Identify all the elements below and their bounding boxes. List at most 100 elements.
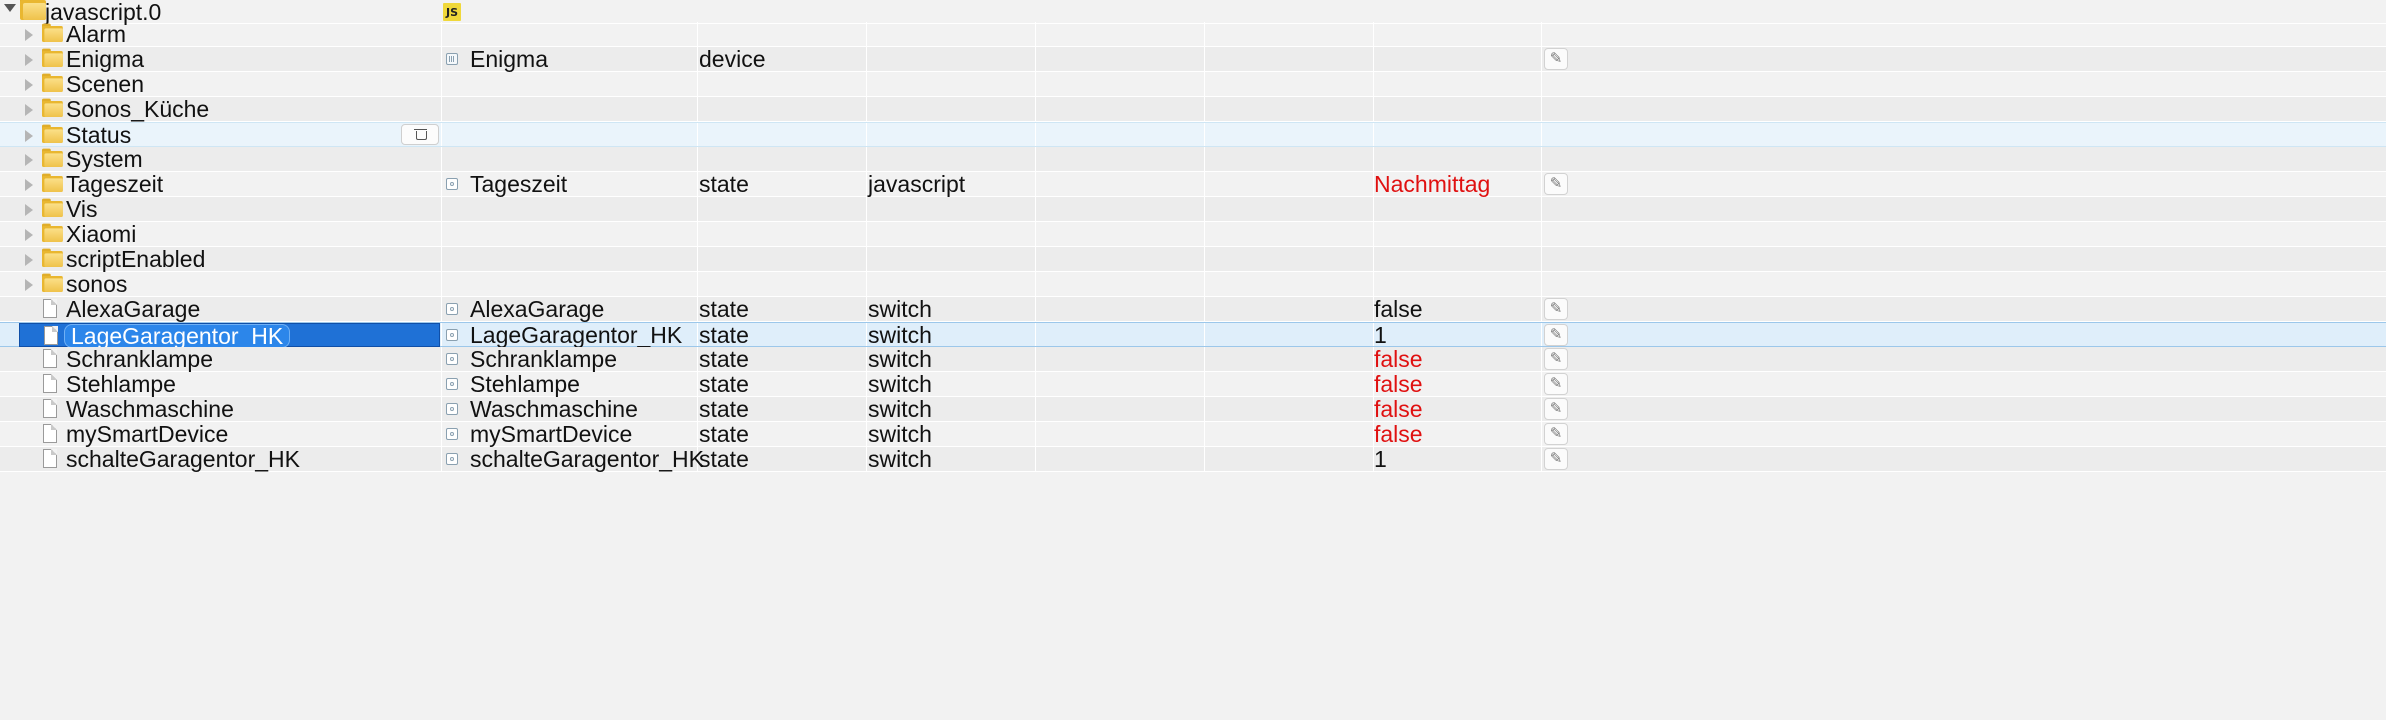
tree-row[interactable]: Alarm (0, 22, 2386, 47)
object-value-cell[interactable]: false (1374, 422, 1423, 447)
object-value-cell[interactable]: 1 (1374, 323, 1387, 348)
tree-row[interactable]: sonos (0, 272, 2386, 297)
tree-row[interactable]: Waschmaschine Waschmaschine state switch fal… (0, 397, 2386, 422)
column-divider (1541, 123, 1542, 146)
object-value-cell[interactable]: false (1374, 372, 1423, 397)
tree-row[interactable]: Scenen (0, 72, 2386, 97)
object-type-cell: device (699, 46, 766, 72)
tree-row[interactable]: scriptEnabled (0, 247, 2386, 272)
tree-row[interactable]: Sonos_Küche (0, 97, 2386, 122)
object-id-label: scriptEnabled (66, 246, 206, 272)
column-divider (1035, 22, 1036, 46)
column-divider (1541, 72, 1542, 96)
column-divider (441, 323, 442, 346)
tree-row[interactable]: System (0, 147, 2386, 172)
tree-row[interactable]: Enigma Enigma device ✎ (0, 47, 2386, 72)
column-divider (866, 422, 867, 446)
object-value-cell[interactable]: false (1374, 297, 1423, 322)
edit-button[interactable]: ✎ (1544, 324, 1568, 346)
edit-button[interactable]: ✎ (1544, 298, 1568, 320)
edit-button[interactable]: ✎ (1544, 398, 1568, 420)
expand-arrow-icon[interactable] (25, 29, 33, 41)
object-value-cell[interactable]: false (1374, 347, 1423, 372)
column-divider (1035, 47, 1036, 71)
expand-arrow-icon[interactable] (25, 104, 33, 116)
column-divider (697, 72, 698, 96)
tree-row[interactable]: Schranklampe Schranklampe state switch false… (0, 347, 2386, 372)
column-divider (866, 347, 867, 371)
column-divider (697, 323, 698, 346)
selected-name-cell[interactable]: LageGaragentor_HK (19, 323, 440, 348)
column-divider (441, 422, 442, 446)
column-divider (1204, 97, 1205, 121)
expand-arrow-icon[interactable] (25, 54, 33, 66)
column-divider (441, 147, 442, 171)
column-divider (866, 397, 867, 421)
expand-arrow-icon[interactable] (25, 279, 33, 291)
tree-row[interactable]: mySmartDevice mySmartDevice state switch fal… (0, 422, 2386, 447)
tree-row[interactable]: Tageszeit Tageszeit state javascript Nachmit… (0, 172, 2386, 197)
object-value-cell[interactable]: Nachmittag (1374, 172, 1490, 197)
expand-arrow-icon[interactable] (25, 79, 33, 91)
expand-arrow-icon[interactable] (25, 254, 33, 266)
column-divider (1035, 297, 1036, 321)
object-value-cell[interactable]: false (1374, 397, 1423, 422)
column-divider (1204, 72, 1205, 96)
column-divider (866, 272, 867, 296)
folder-icon (42, 123, 63, 144)
column-divider (1541, 147, 1542, 171)
expand-arrow-icon[interactable] (25, 154, 33, 166)
object-id-label: sonos (66, 271, 128, 297)
tree-row[interactable]: Stehlampe Stehlampe state switch false ✎ (0, 372, 2386, 397)
tree-row[interactable]: Status (0, 122, 2386, 148)
column-divider (866, 372, 867, 396)
tree-row[interactable]: Xiaomi (0, 222, 2386, 247)
device-icon (446, 53, 458, 65)
tree-row[interactable]: AlexaGarage AlexaGarage state switch false ✎ (0, 297, 2386, 322)
tree-row[interactable]: schalteGaragentor_HK schalteGaragentor_HK… (0, 447, 2386, 472)
edit-button[interactable]: ✎ (1544, 348, 1568, 370)
tree-row-root[interactable]: javascript.0 JS (0, 0, 2386, 25)
object-role-cell: switch (868, 346, 932, 372)
pencil-icon: ✎ (1549, 375, 1563, 392)
edit-button[interactable]: ✎ (1544, 373, 1568, 395)
pencil-icon: ✎ (1549, 450, 1563, 467)
expand-arrow-icon[interactable] (25, 130, 33, 142)
column-divider (1035, 347, 1036, 371)
column-divider (1035, 422, 1036, 446)
column-divider (866, 247, 867, 271)
column-divider (441, 197, 442, 221)
column-divider (1035, 172, 1036, 196)
column-divider (697, 347, 698, 371)
object-id-label: LageGaragentor_HK (64, 324, 291, 348)
column-divider (1373, 247, 1374, 271)
edit-button[interactable]: ✎ (1544, 173, 1568, 195)
expand-arrow-icon[interactable] (25, 179, 33, 191)
column-divider (1541, 197, 1542, 221)
column-divider (697, 397, 698, 421)
column-divider (441, 123, 442, 146)
delete-button[interactable] (401, 124, 439, 145)
expand-arrow-icon[interactable] (25, 229, 33, 241)
tree-row[interactable]: Vis (0, 197, 2386, 222)
expander-open-icon[interactable] (4, 4, 16, 12)
column-divider (866, 22, 867, 46)
object-role-cell: switch (868, 296, 932, 322)
tree-row[interactable]: LageGaragentor_HK LageGaragentor_HK state s… (0, 322, 2386, 348)
column-divider (866, 447, 867, 471)
object-type-cell: state (699, 421, 749, 447)
column-divider (441, 372, 442, 396)
state-icon (446, 453, 458, 465)
object-name-cell: Tageszeit (470, 171, 568, 197)
edit-button[interactable]: ✎ (1544, 48, 1568, 70)
edit-button[interactable]: ✎ (1544, 448, 1568, 470)
column-divider (866, 47, 867, 71)
column-divider (1373, 22, 1374, 46)
column-divider (697, 22, 698, 46)
object-value-cell[interactable]: 1 (1374, 447, 1387, 472)
column-divider (1035, 197, 1036, 221)
column-divider (1541, 247, 1542, 271)
expand-arrow-icon[interactable] (25, 204, 33, 216)
edit-button[interactable]: ✎ (1544, 423, 1568, 445)
column-divider (1035, 247, 1036, 271)
